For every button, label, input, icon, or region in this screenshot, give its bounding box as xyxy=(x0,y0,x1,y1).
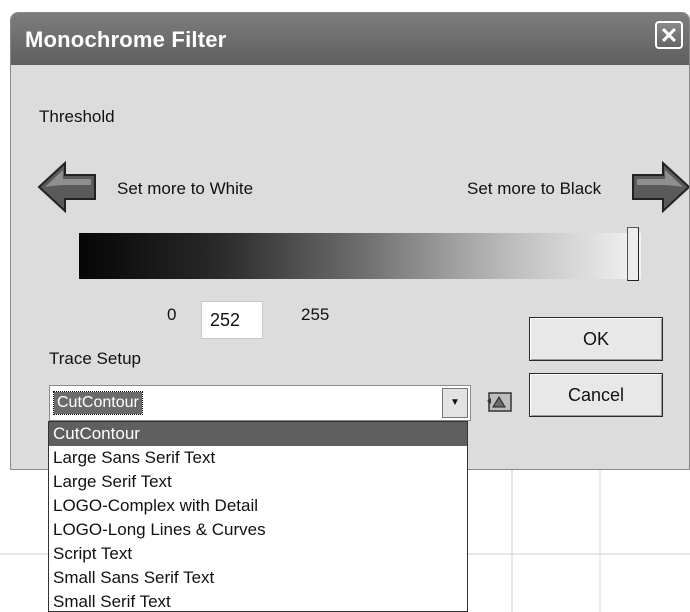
set-more-black-label: Set more to Black xyxy=(467,179,602,198)
list-item-logo-long-lines[interactable]: LOGO-Long Lines & Curves xyxy=(49,518,467,542)
threshold-max-label: 255 xyxy=(301,305,330,324)
cancel-button[interactable]: Cancel xyxy=(529,373,663,417)
ok-button[interactable]: OK xyxy=(529,317,663,361)
dialog-title: Monochrome Filter xyxy=(25,27,227,52)
list-item-logo-complex[interactable]: LOGO-Complex with Detail xyxy=(49,494,467,518)
list-item-script-text[interactable]: Script Text xyxy=(49,542,467,566)
trace-setup-combobox[interactable]: CutContour ▼ xyxy=(49,385,471,421)
ok-button-label: OK xyxy=(582,329,609,349)
list-item-small-serif-text[interactable]: Small Serif Text xyxy=(49,590,467,611)
threshold-min-label: 0 xyxy=(167,305,177,324)
trace-setup-dropdown-list: CutContour Large Sans Serif Text Large S… xyxy=(48,421,468,612)
trace-settings-icon[interactable] xyxy=(485,387,515,417)
list-item-small-sans-serif-text[interactable]: Small Sans Serif Text xyxy=(49,566,467,590)
threshold-label: Threshold xyxy=(39,107,115,126)
dropdown-arrow-button[interactable]: ▼ xyxy=(442,388,468,418)
close-icon: ✕ xyxy=(659,23,679,48)
threshold-value: 252 xyxy=(210,310,241,330)
trace-setup-selected-value: CutContour xyxy=(53,391,143,415)
title-bar: Monochrome Filter ✕ xyxy=(11,13,689,65)
right-arrow-icon[interactable] xyxy=(631,161,690,213)
monochrome-filter-dialog: Monochrome Filter ✕ Threshold Set more t… xyxy=(10,12,690,470)
close-button[interactable]: ✕ xyxy=(655,21,683,49)
list-item-large-serif-text[interactable]: Large Serif Text xyxy=(49,470,467,494)
cancel-button-label: Cancel xyxy=(567,385,625,405)
trace-setup-label: Trace Setup xyxy=(49,349,141,368)
threshold-value-field[interactable]: 252 xyxy=(201,301,263,339)
set-more-white-label: Set more to White xyxy=(117,179,254,198)
list-item-cutcontour[interactable]: CutContour xyxy=(49,422,467,446)
left-arrow-icon[interactable] xyxy=(37,161,97,213)
threshold-gradient-slider[interactable] xyxy=(79,233,641,279)
slider-thumb[interactable] xyxy=(627,227,639,281)
list-item-large-sans-serif-text[interactable]: Large Sans Serif Text xyxy=(49,446,467,470)
chevron-down-icon: ▼ xyxy=(450,397,460,408)
